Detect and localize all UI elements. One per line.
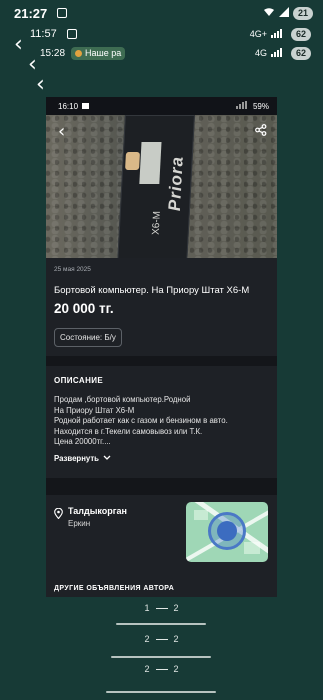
location-district: Еркин <box>68 519 91 528</box>
map-thumbnail[interactable] <box>186 502 268 562</box>
network-label: 4G <box>254 48 267 58</box>
map-area-marker <box>208 512 246 550</box>
expand-label: Развернуть <box>54 453 99 463</box>
condition-badge: Состояние: Б/у <box>54 328 122 347</box>
screenshot-icon <box>57 8 68 18</box>
pager-right: 2 <box>173 634 179 644</box>
inner-status-bar: 16:10 59% <box>46 97 277 115</box>
screenshot-icon <box>66 29 77 39</box>
battery-badge: 62 <box>290 46 311 60</box>
radio-icon <box>75 49 83 57</box>
status-bar-3: 15:28 Наше ра 4G 62 <box>0 45 323 61</box>
battery-badge: 62 <box>290 27 311 41</box>
signal-icon <box>235 101 250 111</box>
pager-right: 2 <box>173 603 179 613</box>
signal-icon <box>278 7 289 19</box>
status-time: 21:27 <box>14 5 48 21</box>
inner-battery: 59% <box>252 101 269 111</box>
signal-icon <box>270 28 287 40</box>
wifi-icon <box>263 7 275 19</box>
location-pin-icon <box>54 506 63 524</box>
listing-info: 25 мая 2025 Бортовой компьютер. На Приор… <box>46 258 277 347</box>
listing-title: Бортовой компьютер. На Приору Штат Х6-М <box>54 285 250 296</box>
description-heading: ОПИСАНИЕ <box>54 376 104 385</box>
image-icon <box>82 103 90 109</box>
media-chip[interactable]: Наше ра <box>71 46 126 60</box>
photo-back-icon[interactable]: ‹ <box>58 121 65 142</box>
pager-row-1: 1 2 <box>0 603 323 613</box>
pager-row-3: 2 2 <box>0 664 323 674</box>
chevron-down-icon <box>103 454 111 463</box>
signal-icon <box>270 47 287 59</box>
pager-right: 2 <box>173 664 179 674</box>
listing-price: 20 000 тг. <box>54 301 114 316</box>
pager-left: 1 <box>144 603 150 613</box>
status-time: 15:28 <box>40 47 66 59</box>
status-bar-1: 21:27 21 <box>0 4 323 22</box>
status-bar-2: 11:57 4G+ 62 <box>0 26 323 42</box>
other-listings-heading: ДРУГИЕ ОБЪЯВЛЕНИЯ АВТОРА <box>54 585 175 592</box>
expand-button[interactable]: Развернуть <box>54 454 269 463</box>
divider-bar <box>116 623 206 625</box>
listing-date: 25 мая 2025 <box>54 266 91 273</box>
description-section: ОПИСАНИЕ Продам ,бортовой компьютер.Родн… <box>46 366 277 478</box>
section-divider <box>46 356 277 366</box>
inner-status-time: 16:10 <box>58 101 79 111</box>
section-divider <box>46 478 277 495</box>
location-city: Талдыкорган <box>68 506 127 516</box>
pager-left: 2 <box>144 634 150 644</box>
pager-row-2: 2 2 <box>0 634 323 644</box>
pager-left: 2 <box>144 664 150 674</box>
share-icon[interactable] <box>255 123 267 141</box>
back-arrow-icon[interactable]: ‹ <box>36 74 45 96</box>
device-model: X6-M <box>150 211 163 235</box>
device-brand: Priora <box>164 156 187 212</box>
device-image: Priora X6-M <box>117 115 195 258</box>
network-label: 4G+ <box>249 29 267 39</box>
listing-screenshot: 16:10 59% Priora X6-M ‹ 25 мая 2025 Борт… <box>46 97 277 597</box>
location-section[interactable]: Талдыкорган Еркин <box>46 495 277 577</box>
description-text: Продам ,бортовой компьютер.Родной На При… <box>54 395 228 446</box>
status-time: 11:57 <box>30 28 57 40</box>
divider-bar <box>111 656 211 658</box>
listing-photo[interactable]: Priora X6-M ‹ <box>46 115 277 258</box>
media-chip-label: Наше ра <box>85 48 122 58</box>
home-indicator[interactable] <box>106 691 216 693</box>
battery-badge: 21 <box>292 6 313 20</box>
